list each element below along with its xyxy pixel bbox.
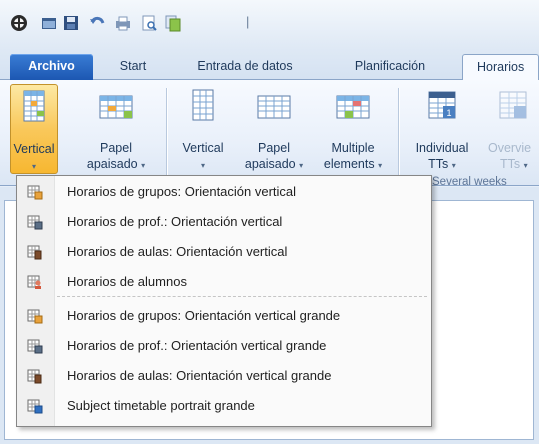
overview-tts-label-2: TTs [500, 157, 521, 171]
print-icon[interactable] [114, 14, 132, 32]
tab-start[interactable]: Start [108, 54, 158, 80]
chevron-down-icon: ▾ [299, 161, 304, 170]
chevron-down-icon: ▾ [523, 161, 528, 170]
chevron-down-icon: ▾ [378, 161, 383, 170]
papel-apaisado-label-1: Papel [100, 141, 132, 155]
room-timetable-icon [27, 369, 42, 384]
room-timetable-icon [27, 245, 42, 260]
chevron-down-icon: ▾ [451, 161, 456, 170]
calendar-individual-icon: 1 [428, 91, 456, 119]
individual-tts-button[interactable]: 1 Individual TTs ▾ [400, 84, 484, 174]
menu-item-horarios-aulas-vertical[interactable]: Horarios de aulas: Orientación vertical [19, 239, 429, 265]
grid-vertical-icon [192, 89, 214, 121]
ribbon-panel: Vertical ▾ Papel apaisado ▾ Vertical ▾ P… [0, 80, 539, 188]
papel-apaisado-button[interactable]: Papel apaisado ▾ [80, 84, 152, 174]
menu-item-label: Subject timetable portrait grande [67, 398, 255, 413]
class-timetable-icon [27, 185, 43, 200]
group-separator [398, 88, 399, 178]
menu-item-horarios-grupos-vertical[interactable]: Horarios de grupos: Orientación vertical [19, 179, 429, 205]
multiple-elements-icon [336, 95, 370, 119]
menu-item-horarios-prof-vertical-grande[interactable]: Horarios de prof.: Orientación vertical … [19, 333, 429, 359]
calendar-overview-icon [499, 91, 526, 119]
menu-item-label: Horarios de grupos: Orientación vertical [67, 184, 297, 199]
chevron-down-icon: ▾ [31, 162, 36, 171]
undo-icon[interactable] [88, 14, 106, 32]
grid-vertical-icon [23, 90, 45, 122]
multiple-elements-label-1: Multiple [331, 141, 375, 155]
toolbar-separator: | [246, 14, 250, 29]
tab-planificacion[interactable]: Planificación [342, 54, 438, 80]
teacher-timetable-icon [27, 339, 43, 354]
vertical-button-label: Vertical [13, 142, 55, 156]
chevron-down-icon: ▾ [200, 161, 205, 170]
individual-tts-label-2: TTs [428, 157, 449, 171]
class-timetable-icon [27, 309, 43, 324]
teacher-timetable-icon [27, 215, 43, 230]
menu-item-label: Horarios de aulas: Orientación vertical … [67, 368, 332, 383]
quick-access-toolbar: | [0, 0, 539, 48]
menu-item-horarios-prof-vertical[interactable]: Horarios de prof.: Orientación vertical [19, 209, 429, 235]
chevron-down-icon: ▾ [141, 161, 146, 170]
papel-apaisado-label-2: apaisado [86, 157, 138, 171]
menu-item-subject-timetable-portrait-grande[interactable]: Subject timetable portrait grande [19, 393, 429, 419]
tab-horarios[interactable]: Horarios [462, 54, 539, 80]
menu-item-horarios-alumnos[interactable]: Horarios de alumnos [19, 269, 429, 295]
app-orb-icon[interactable] [10, 14, 28, 32]
save-icon[interactable] [62, 14, 80, 32]
svg-text:1: 1 [446, 108, 451, 118]
copy-icon[interactable] [164, 14, 182, 32]
papel-apaisado-2-label-2: apaisado [244, 157, 296, 171]
tab-entrada-de-datos[interactable]: Entrada de datos [186, 54, 304, 80]
student-timetable-icon [27, 275, 41, 289]
print-preview-icon[interactable] [140, 14, 158, 32]
group-separator [166, 88, 167, 178]
vertical-2-label: Vertical [182, 141, 224, 155]
overview-tts-label-1: Overvie [488, 141, 532, 155]
papel-apaisado-2-label-1: Papel [258, 141, 290, 155]
papel-apaisado-button-2[interactable]: Papel apaisado ▾ [236, 84, 312, 174]
individual-tts-label-1: Individual [415, 141, 469, 155]
grid-landscape-icon [257, 95, 291, 119]
menu-item-label: Horarios de prof.: Orientación vertical [67, 214, 283, 229]
ribbon-tab-row: Archivo Start Entrada de datos Planifica… [0, 48, 539, 80]
menu-item-label: Horarios de prof.: Orientación vertical … [67, 338, 327, 353]
grid-landscape-icon [99, 95, 133, 119]
multiple-elements-button[interactable]: Multiple elements ▾ [314, 84, 392, 174]
menu-item-horarios-aulas-vertical-grande[interactable]: Horarios de aulas: Orientación vertical … [19, 363, 429, 389]
multiple-elements-label-2: elements [323, 157, 375, 171]
vertical-button-2[interactable]: Vertical ▾ [174, 84, 232, 174]
tab-archivo[interactable]: Archivo [10, 54, 93, 80]
menu-item-label: Horarios de aulas: Orientación vertical [67, 244, 288, 259]
overview-tts-button[interactable]: Overvie TTs ▾ [486, 84, 539, 174]
menu-separator [57, 296, 427, 297]
vertical-dropdown-menu: Horarios de grupos: Orientación vertical… [16, 175, 432, 427]
menu-item-horarios-grupos-vertical-grande[interactable]: Horarios de grupos: Orientación vertical… [19, 303, 429, 329]
menu-item-label: Horarios de grupos: Orientación vertical… [67, 308, 341, 323]
subject-timetable-icon [27, 399, 43, 414]
vertical-button[interactable]: Vertical ▾ [10, 84, 58, 174]
menu-item-label: Horarios de alumnos [67, 274, 187, 289]
folder-open-icon[interactable] [40, 14, 58, 32]
